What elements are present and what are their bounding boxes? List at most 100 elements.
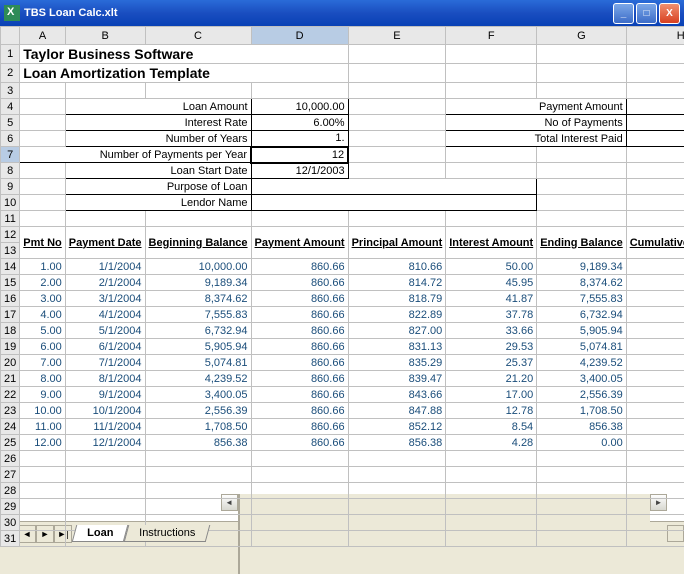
row-header[interactable]: 11 — [1, 211, 20, 227]
col-header-A[interactable]: A — [20, 27, 66, 45]
cell-end[interactable]: 0.00 — [537, 435, 627, 451]
table-row[interactable]: 15 2.00 2/1/2004 9,189.34 860.66 814.72 … — [1, 275, 684, 291]
cell-pmt-no[interactable]: 11.00 — [20, 419, 66, 435]
row-header[interactable]: 21 — [1, 371, 20, 387]
cell-pmt[interactable]: 860.66 — [251, 387, 348, 403]
cell-cum[interactable]: 315.15 — [626, 403, 684, 419]
row-header[interactable]: 9 — [1, 179, 20, 195]
col-interest[interactable]: Interest Amount — [446, 227, 537, 259]
row-header[interactable]: 28 — [1, 483, 20, 499]
cell-pmt-no[interactable]: 2.00 — [20, 275, 66, 291]
row-header[interactable]: 17 — [1, 307, 20, 323]
cell-beg[interactable]: 3,400.05 — [145, 387, 251, 403]
cell-princ[interactable]: 831.13 — [348, 339, 446, 355]
table-row[interactable]: 22 9.00 9/1/2004 3,400.05 860.66 843.66 … — [1, 387, 684, 403]
cell-int[interactable]: 17.00 — [446, 387, 537, 403]
cell-date[interactable]: 10/1/2004 — [65, 403, 145, 419]
cell-cum[interactable]: 327.97 — [626, 435, 684, 451]
row-header[interactable]: 14 — [1, 259, 20, 275]
row-header[interactable]: 15 — [1, 275, 20, 291]
table-row[interactable]: 17 4.00 4/1/2004 7,555.83 860.66 822.89 … — [1, 307, 684, 323]
cell-princ[interactable]: 852.12 — [348, 419, 446, 435]
template-title[interactable]: Loan Amortization Template — [20, 64, 348, 83]
row-header[interactable]: 3 — [1, 83, 20, 99]
row-header[interactable]: 5 — [1, 115, 20, 131]
interest-rate-label[interactable]: Interest Rate — [65, 115, 251, 131]
row-header[interactable]: 29 — [1, 499, 20, 515]
payment-amount-value[interactable]: 860.66 — [626, 99, 684, 115]
table-row[interactable]: 19 6.00 6/1/2004 5,905.94 860.66 831.13 … — [1, 339, 684, 355]
cell-pmt[interactable]: 860.66 — [251, 259, 348, 275]
cell-date[interactable]: 12/1/2004 — [65, 435, 145, 451]
cell-cum[interactable]: 264.17 — [626, 355, 684, 371]
select-all-corner[interactable] — [1, 27, 20, 45]
cell-end[interactable]: 856.38 — [537, 419, 627, 435]
cell-end[interactable]: 5,905.94 — [537, 323, 627, 339]
total-interest-label[interactable]: Total Interest Paid — [446, 131, 626, 147]
cell-date[interactable]: 7/1/2004 — [65, 355, 145, 371]
cell-int[interactable]: 12.78 — [446, 403, 537, 419]
payments-per-year-label[interactable]: Number of Payments per Year — [20, 147, 251, 163]
cell-cum[interactable]: 302.37 — [626, 387, 684, 403]
row-header[interactable]: 22 — [1, 387, 20, 403]
cell-princ[interactable]: 810.66 — [348, 259, 446, 275]
row-header[interactable]: 13 — [1, 243, 20, 259]
cell-cum[interactable]: 137.82 — [626, 291, 684, 307]
cell-princ[interactable]: 827.00 — [348, 323, 446, 339]
col-payment-amount[interactable]: Payment Amount — [251, 227, 348, 259]
loan-amount-label[interactable]: Loan Amount — [65, 99, 251, 115]
cell-pmt-no[interactable]: 12.00 — [20, 435, 66, 451]
cell-beg[interactable]: 5,074.81 — [145, 355, 251, 371]
row-header[interactable]: 7 — [1, 147, 20, 163]
cell-beg[interactable]: 5,905.94 — [145, 339, 251, 355]
cell-int[interactable]: 21.20 — [446, 371, 537, 387]
cell-princ[interactable]: 843.66 — [348, 387, 446, 403]
table-row[interactable]: 21 8.00 8/1/2004 4,239.52 860.66 839.47 … — [1, 371, 684, 387]
cell-pmt[interactable]: 860.66 — [251, 419, 348, 435]
row-header[interactable]: 19 — [1, 339, 20, 355]
cell-date[interactable]: 4/1/2004 — [65, 307, 145, 323]
cell-date[interactable]: 5/1/2004 — [65, 323, 145, 339]
cell-beg[interactable]: 2,556.39 — [145, 403, 251, 419]
cell-pmt[interactable]: 860.66 — [251, 323, 348, 339]
cell-princ[interactable]: 839.47 — [348, 371, 446, 387]
cell-int[interactable]: 33.66 — [446, 323, 537, 339]
num-payments-label[interactable]: No of Payments — [446, 115, 626, 131]
interest-rate-value[interactable]: 6.00% — [251, 115, 348, 131]
cell-int[interactable]: 37.78 — [446, 307, 537, 323]
cell-cum[interactable]: 95.95 — [626, 275, 684, 291]
tab-instructions[interactable]: Instructions — [124, 525, 211, 542]
cell-pmt[interactable]: 860.66 — [251, 355, 348, 371]
close-button[interactable]: X — [659, 3, 680, 24]
cell-pmt-no[interactable]: 7.00 — [20, 355, 66, 371]
cell-pmt-no[interactable]: 9.00 — [20, 387, 66, 403]
cell-princ[interactable]: 847.88 — [348, 403, 446, 419]
cell-end[interactable]: 4,239.52 — [537, 355, 627, 371]
cell-pmt-no[interactable]: 4.00 — [20, 307, 66, 323]
cell-pmt[interactable]: 860.66 — [251, 371, 348, 387]
cell-date[interactable]: 1/1/2004 — [65, 259, 145, 275]
col-cum-interest[interactable]: Cumulative Interest — [626, 227, 684, 259]
row-header[interactable]: 27 — [1, 467, 20, 483]
cell-date[interactable]: 6/1/2004 — [65, 339, 145, 355]
cell-beg[interactable]: 6,732.94 — [145, 323, 251, 339]
cell-date[interactable]: 11/1/2004 — [65, 419, 145, 435]
maximize-button[interactable]: □ — [636, 3, 657, 24]
row-header[interactable]: 1 — [1, 45, 20, 64]
row-header[interactable]: 26 — [1, 451, 20, 467]
start-date-label[interactable]: Loan Start Date — [65, 163, 251, 179]
cell-end[interactable]: 3,400.05 — [537, 371, 627, 387]
cell-princ[interactable]: 818.79 — [348, 291, 446, 307]
cell-pmt[interactable]: 860.66 — [251, 275, 348, 291]
cell-beg[interactable]: 10,000.00 — [145, 259, 251, 275]
row-header[interactable]: 8 — [1, 163, 20, 179]
col-header-G[interactable]: G — [537, 27, 627, 45]
row-header[interactable]: 6 — [1, 131, 20, 147]
row-header[interactable]: 23 — [1, 403, 20, 419]
cell-end[interactable]: 9,189.34 — [537, 259, 627, 275]
cell-cum[interactable]: 50.00 — [626, 259, 684, 275]
purpose-value[interactable] — [251, 179, 537, 195]
cell-int[interactable]: 25.37 — [446, 355, 537, 371]
col-header-D[interactable]: D — [251, 27, 348, 45]
cell-cum[interactable]: 285.36 — [626, 371, 684, 387]
